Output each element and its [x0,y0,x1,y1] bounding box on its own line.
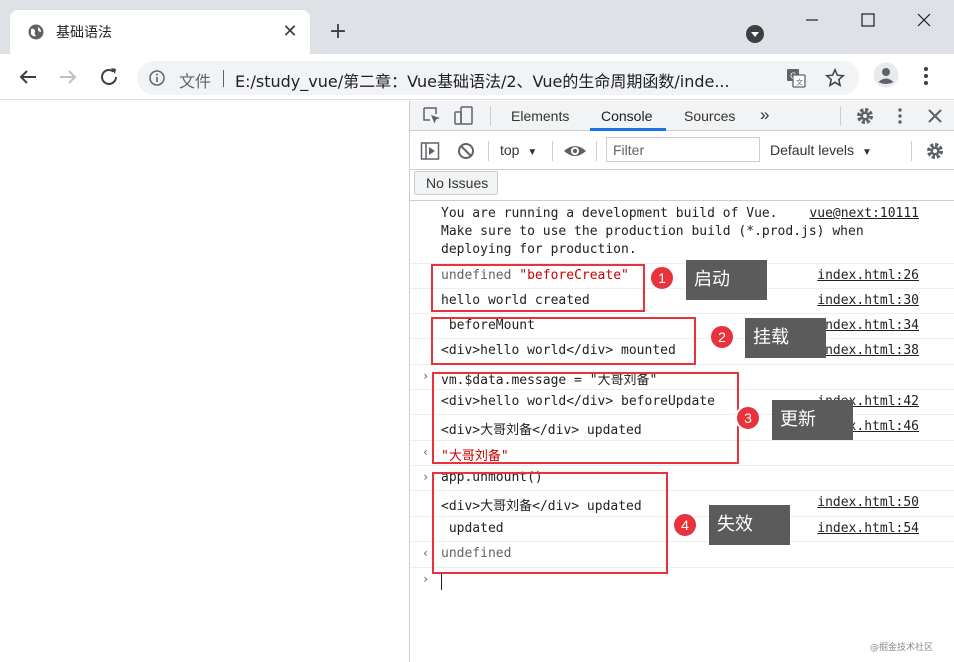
step-badge: 3 [735,405,761,431]
filter-input[interactable] [606,137,760,162]
no-issues-button[interactable]: No Issues [414,171,498,195]
highlight-box [432,472,668,574]
context-selector[interactable]: top ▼ [500,142,537,158]
forward-arrow-icon[interactable] [55,64,81,90]
tab-close-icon[interactable]: ✕ [280,22,300,42]
step-badge: 4 [672,512,698,538]
step-callout: 失效 [709,505,790,545]
info-icon[interactable] [149,70,165,86]
site-label: 文件 [179,68,211,92]
reload-icon[interactable] [96,64,122,90]
levels-value: Default levels [770,142,854,158]
highlight-box [431,317,696,365]
context-value: top [500,142,519,158]
console-settings-gear-icon[interactable] [925,141,945,161]
clear-console-icon[interactable] [456,141,476,161]
step-callout: 挂载 [745,318,826,358]
step-badge: 1 [649,265,675,291]
browser-toolbar: 文件 E:/study_vue/第二章：Vue基础语法/2、Vue的生命周期函数… [0,54,954,100]
tab-sources[interactable]: Sources [684,108,735,124]
profile-avatar-icon[interactable] [873,62,899,88]
chevron-down-icon: ▼ [527,147,537,158]
back-arrow-icon[interactable] [15,64,41,90]
tab-strip: 基础语法 ✕ + [0,0,954,54]
tab-console[interactable]: Console [601,108,652,124]
bookmark-star-icon[interactable] [825,68,845,88]
address-bar[interactable]: 文件 E:/study_vue/第二章：Vue基础语法/2、Vue的生命周期函数… [137,61,859,95]
watermark: @掘金技术社区 [870,640,933,653]
device-toolbar-icon[interactable] [454,106,474,126]
tab-elements[interactable]: Elements [511,108,569,124]
minimize-icon[interactable] [792,6,832,34]
log-levels-dropdown[interactable]: Default levels ▼ [770,142,872,158]
new-tab-button[interactable]: + [326,20,350,44]
source-link[interactable]: index.html:50 [817,495,919,510]
text-caret [441,574,442,590]
svg-text:文: 文 [796,78,803,87]
step-badge: 2 [709,324,735,350]
warning-line: Make sure to use the production build (*… [441,224,864,239]
tab-title: 基础语法 [56,22,112,42]
toolbar-divider [911,141,912,161]
maximize-icon[interactable] [848,6,888,34]
source-link[interactable]: index.html:38 [817,343,919,358]
eye-icon[interactable] [563,141,587,161]
input-chevron-icon: › [422,369,429,383]
console-warning: You are running a development build of V… [410,202,954,262]
warning-line: You are running a development build of V… [441,206,778,221]
highlight-box [431,264,645,312]
toolbar-divider [490,106,491,126]
source-link[interactable]: index.html:26 [817,268,919,283]
more-tabs-button[interactable]: » [760,105,769,125]
devtools-tab-bar: Elements Console Sources » [410,101,954,131]
source-link[interactable]: index.html:34 [817,318,919,333]
globe-icon [28,24,44,40]
step-callout: 更新 [772,400,853,440]
url-text[interactable]: E:/study_vue/第二章：Vue基础语法/2、Vue的生命周期函数/in… [235,68,775,92]
inspect-element-icon[interactable] [422,106,442,126]
step-callout: 启动 [686,260,767,300]
close-devtools-icon[interactable] [925,106,945,126]
source-link[interactable]: index.html:30 [817,293,919,308]
tab-search-icon[interactable] [745,24,765,44]
toolbar-divider [596,141,597,161]
translate-icon[interactable]: G 文 [786,68,806,88]
warning-line: deploying for production. [441,242,637,257]
input-chevron-icon: › [422,470,429,484]
source-link[interactable]: vue@next:10111 [809,206,919,221]
devtools-menu-icon[interactable] [890,106,910,126]
prompt-chevron-icon: › [422,572,429,586]
browser-tab[interactable]: 基础语法 ✕ [10,10,310,54]
settings-gear-icon[interactable] [855,106,875,126]
kebab-menu-icon[interactable] [916,65,936,87]
source-link[interactable]: index.html:54 [817,521,919,536]
toolbar-divider [488,141,489,161]
toolbar-divider [840,106,841,126]
console-toolbar: top ▼ Default levels ▼ [410,132,954,170]
toolbar-divider [552,141,553,161]
active-tab-indicator [590,128,666,131]
chevron-down-icon: ▼ [862,147,872,158]
address-separator [223,70,224,87]
show-sidebar-icon[interactable] [420,141,440,161]
issues-bar: No Issues [410,171,954,201]
window-close-icon[interactable] [904,6,944,34]
highlight-box [432,372,739,464]
